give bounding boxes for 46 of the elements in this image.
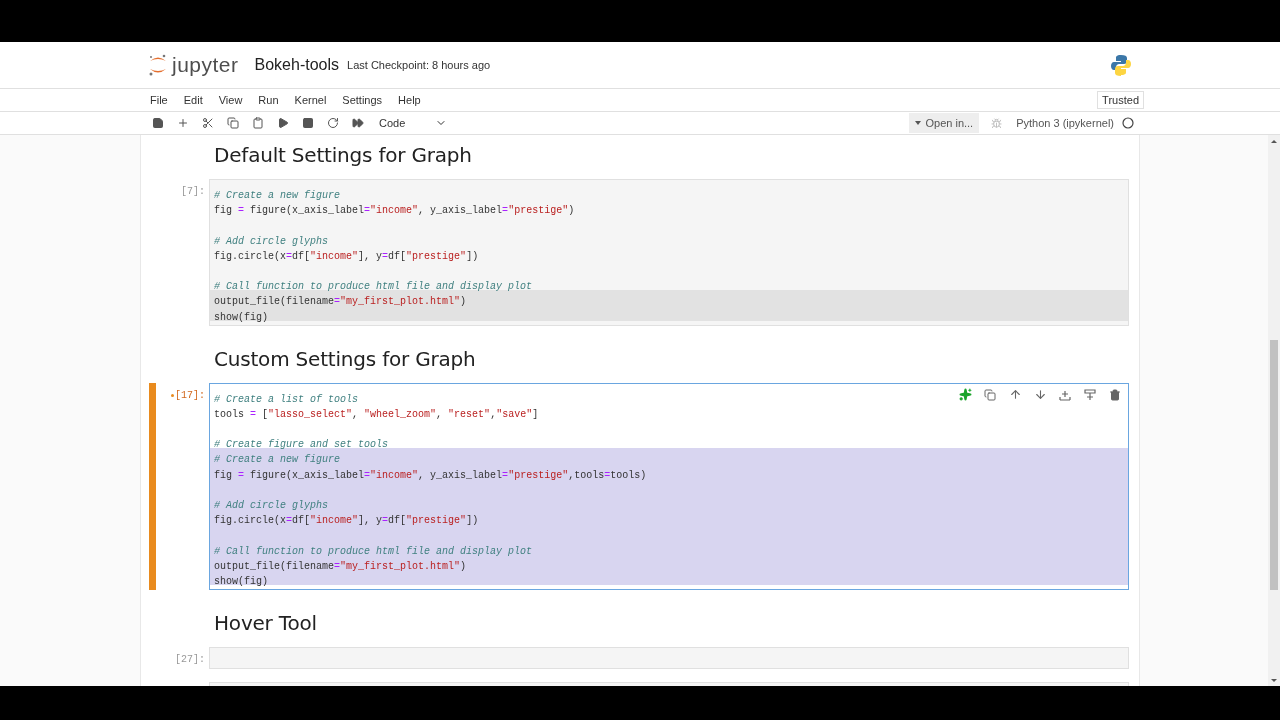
code-line: # Create a new figure xyxy=(214,189,341,203)
code-line: output_file(filename="my_first_plot.html") xyxy=(214,295,467,310)
section-heading: Default Settings for Graph xyxy=(214,143,473,167)
sparkles-icon[interactable] xyxy=(956,387,974,402)
code-line: fig.circle(x=df["income"], y=df["prestige"]) xyxy=(214,514,479,529)
open-in-button[interactable]: Open in... xyxy=(909,113,980,133)
code-line: # Add circle glyphs xyxy=(214,234,329,249)
jupyter-logo-text: jupyter xyxy=(172,53,239,77)
jupyter-logo-icon xyxy=(148,53,168,77)
duplicate-icon[interactable] xyxy=(981,387,999,402)
code-line: output_file(filename="my_first_plot.html") xyxy=(214,559,467,574)
trusted-button[interactable]: Trusted xyxy=(1097,91,1144,109)
bug-icon[interactable] xyxy=(991,117,1003,129)
notebook-name[interactable]: Bokeh-tools xyxy=(254,56,340,74)
menu-item[interactable]: Kernel xyxy=(294,94,327,106)
code-line: tools = ["lasso_select", "wheel_zoom", "reset","save"] xyxy=(214,407,539,422)
code-cell[interactable] xyxy=(209,382,1129,591)
checkpoint-text: Last Checkpoint: 8 hours ago xyxy=(347,59,491,71)
menu-item[interactable]: View xyxy=(218,94,243,106)
scrollbar[interactable] xyxy=(1268,135,1280,686)
kernel-idle-icon xyxy=(1122,117,1134,129)
menu-item[interactable]: File xyxy=(150,94,168,106)
code-line: # Call function to produce html file and display plot xyxy=(214,544,533,559)
code-line: # Create a new figure xyxy=(214,453,341,468)
cell-prompt: [7]: xyxy=(181,186,205,197)
section-heading: Custom Settings for Graph xyxy=(214,346,477,371)
code-line: # Create a list of tools xyxy=(214,392,359,407)
code-line: fig.circle(x=df["income"], y=df["prestige"]) xyxy=(214,249,479,264)
kernel-name[interactable]: Python 3 (ipykernel) xyxy=(1016,117,1114,129)
menu-item[interactable]: Settings xyxy=(342,94,383,106)
code-line: fig = figure(x_axis_label="income", y_axis_label="prestige",tools=tools) xyxy=(214,468,647,483)
code-line: show(fig) xyxy=(214,310,268,325)
menu-item[interactable]: Help xyxy=(398,94,421,106)
insert-below-icon[interactable] xyxy=(1081,387,1099,402)
cell-prompt: [17]: xyxy=(171,389,205,401)
cell-prompt: [27]: xyxy=(175,654,205,666)
code-line: # Add circle glyphs xyxy=(214,499,329,513)
code-line: fig = figure(x_axis_label="income", y_axis_label="prestige") xyxy=(214,204,575,219)
cell-type-dropdown[interactable]: Code xyxy=(379,117,447,129)
menu-item[interactable]: Edit xyxy=(183,94,203,106)
python-logo-icon xyxy=(1110,54,1132,76)
code-line: # Create figure and set tools xyxy=(214,438,389,453)
menu-item[interactable]: Run xyxy=(258,94,279,106)
code-line: # Call function to produce html file and display plot xyxy=(214,280,533,295)
code-line: show(fig) xyxy=(214,574,268,589)
section-heading: Hover Tool xyxy=(214,611,318,636)
